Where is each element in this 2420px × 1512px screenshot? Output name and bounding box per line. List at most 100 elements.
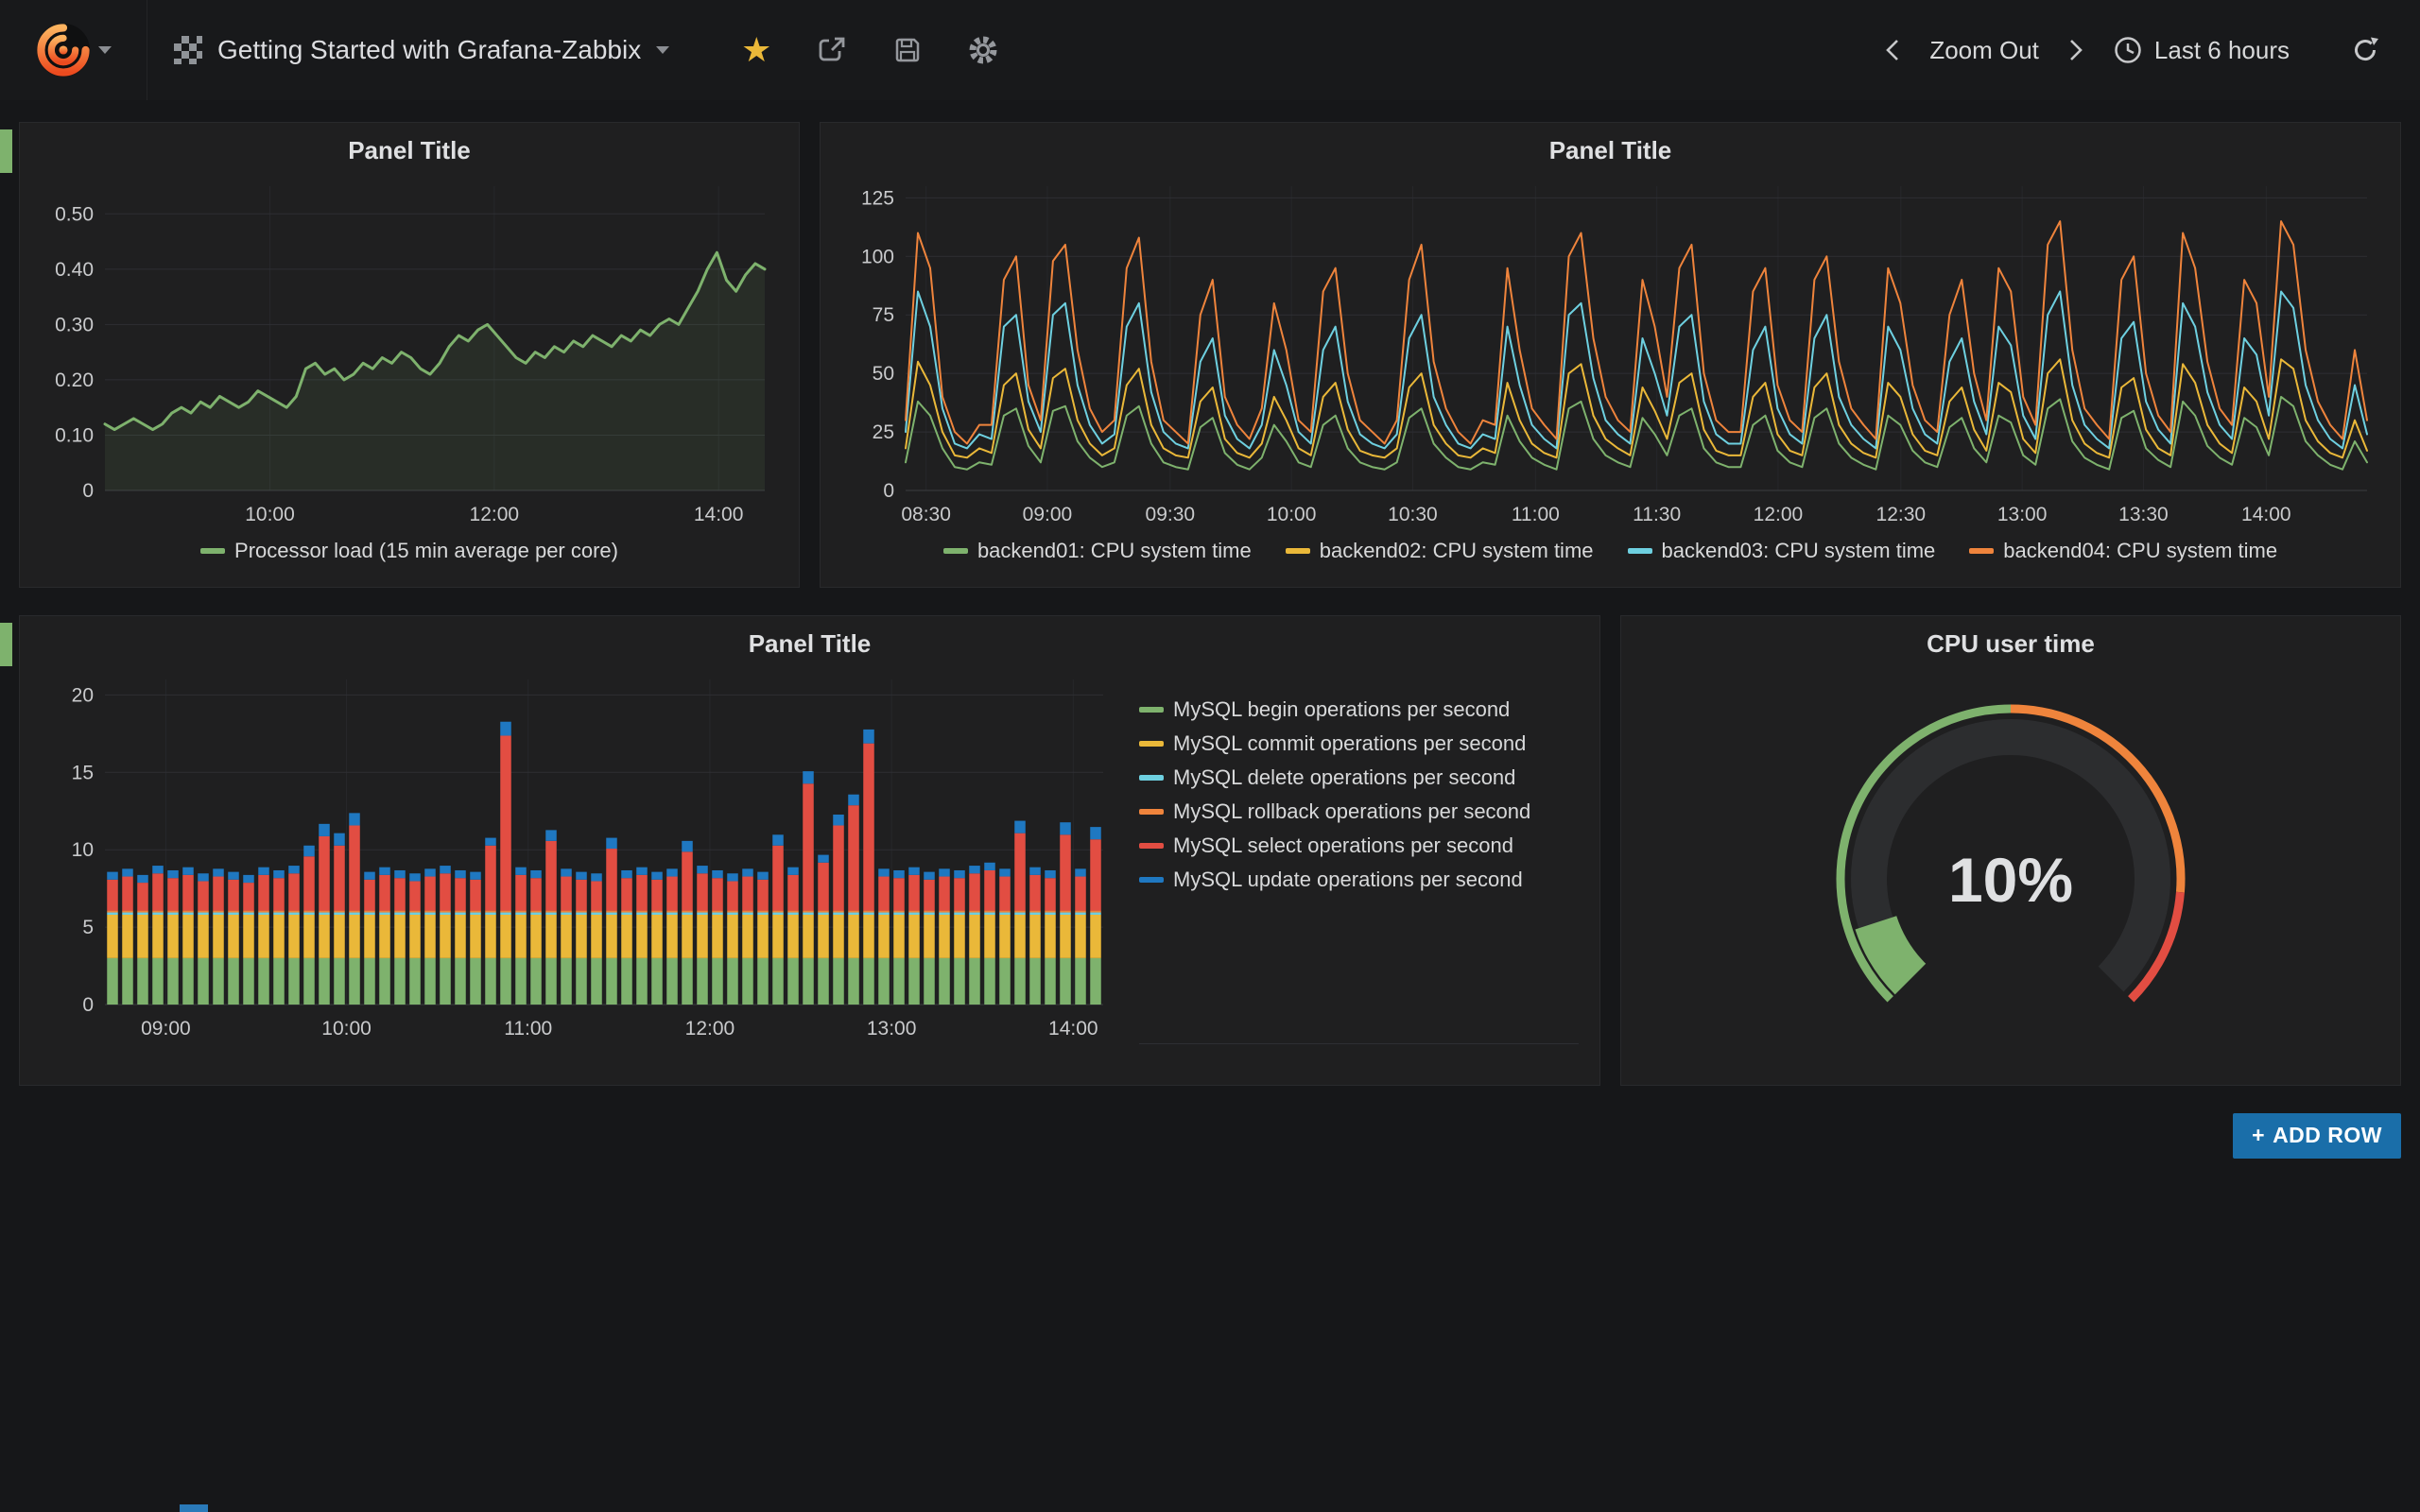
legend-item[interactable]: backend02: CPU system time — [1286, 539, 1594, 563]
save-button[interactable] — [881, 24, 934, 77]
dashboard-row-2: Panel Title 09:0010:0011:0012:0013:0014:… — [19, 615, 2401, 1086]
dashboard-row-1: Panel Title 10:0012:0014:0000.100.200.30… — [19, 122, 2401, 588]
legend-color-marker — [1628, 548, 1652, 554]
legend-item[interactable]: backend01: CPU system time — [943, 539, 1252, 563]
panel-title[interactable]: Panel Title — [33, 123, 786, 173]
svg-text:125: 125 — [861, 187, 894, 209]
refresh-button[interactable] — [2339, 24, 2392, 77]
svg-text:0.30: 0.30 — [55, 314, 94, 335]
dashboard-title-button[interactable]: Getting Started with Grafana-Zabbix — [147, 0, 696, 100]
legend-label: MySQL delete operations per second — [1173, 765, 1515, 790]
svg-text:10:30: 10:30 — [1388, 504, 1438, 525]
svg-text:0: 0 — [82, 480, 94, 502]
cpu-system-time-chart[interactable]: 08:3009:0009:3010:0010:3011:0011:3012:00… — [834, 173, 2384, 530]
zoom-out-button[interactable]: Zoom Out — [1929, 36, 2039, 65]
legend-item[interactable]: MySQL commit operations per second — [1139, 727, 1579, 761]
legend-item[interactable]: MySQL select operations per second — [1139, 829, 1579, 863]
plus-icon: + — [2252, 1123, 2265, 1148]
star-button[interactable]: ★ — [730, 24, 783, 77]
cpu-user-time-gauge[interactable]: 10% — [1727, 666, 2294, 1063]
chevron-down-icon — [656, 46, 669, 54]
grafana-logo-icon — [36, 23, 91, 77]
legend-color-marker — [200, 548, 225, 554]
chevron-right-icon — [2066, 36, 2085, 64]
legend-label: backend02: CPU system time — [1320, 539, 1594, 563]
navbar: Getting Started with Grafana-Zabbix ★ — [0, 0, 2420, 100]
svg-text:0: 0 — [82, 994, 94, 1016]
add-row-button[interactable]: + ADD ROW — [2233, 1113, 2401, 1159]
svg-text:75: 75 — [873, 304, 894, 326]
legend-label: MySQL rollback operations per second — [1173, 799, 1530, 824]
legend-label: Processor load (15 min average per core) — [234, 539, 618, 563]
clock-icon — [2113, 35, 2143, 65]
panel-cpu-system-time: Panel Title 08:3009:0009:3010:0010:3011:… — [820, 122, 2401, 588]
grafana-logo-button[interactable] — [0, 0, 147, 100]
svg-text:0: 0 — [883, 480, 894, 502]
mysql-operations-chart[interactable]: 09:0010:0011:0012:0013:0014:0005101520 — [33, 666, 1120, 1044]
svg-text:13:00: 13:00 — [867, 1018, 917, 1040]
legend-color-marker — [1139, 843, 1164, 849]
svg-text:50: 50 — [873, 363, 894, 385]
dashboard-body: Panel Title 10:0012:0014:0000.100.200.30… — [0, 100, 2420, 1159]
legend-color-marker — [1139, 877, 1164, 883]
svg-text:11:00: 11:00 — [1512, 504, 1560, 525]
legend-color-marker — [1969, 548, 1994, 554]
chart-legend: Processor load (15 min average per core) — [33, 539, 786, 563]
svg-text:25: 25 — [873, 421, 894, 443]
svg-text:10:00: 10:00 — [245, 504, 295, 525]
panel-mysql-operations: Panel Title 09:0010:0011:0012:0013:0014:… — [19, 615, 1600, 1086]
svg-text:0.20: 0.20 — [55, 369, 94, 391]
add-row-label: ADD ROW — [2273, 1123, 2382, 1148]
processor-load-chart[interactable]: 10:0012:0014:0000.100.200.300.400.50 — [33, 173, 782, 530]
star-icon: ★ — [741, 33, 771, 67]
legend-item[interactable]: MySQL rollback operations per second — [1139, 795, 1579, 829]
legend-item[interactable]: Processor load (15 min average per core) — [200, 539, 618, 563]
svg-text:20: 20 — [72, 684, 94, 706]
settings-gear-icon — [968, 35, 998, 65]
svg-text:14:00: 14:00 — [694, 504, 744, 525]
refresh-icon — [2350, 35, 2380, 65]
dashboard-grid-icon — [174, 36, 202, 64]
chart-legend: backend01: CPU system time backend02: CP… — [834, 539, 2387, 563]
time-range-label: Last 6 hours — [2154, 36, 2290, 65]
svg-text:13:00: 13:00 — [1997, 504, 2048, 525]
share-button[interactable] — [805, 24, 858, 77]
svg-text:10: 10 — [72, 839, 94, 861]
svg-text:09:30: 09:30 — [1146, 504, 1196, 525]
svg-text:12:30: 12:30 — [1876, 504, 1927, 525]
legend-label: MySQL commit operations per second — [1173, 731, 1526, 756]
svg-text:10:00: 10:00 — [321, 1018, 372, 1040]
svg-text:12:00: 12:00 — [1754, 504, 1804, 525]
settings-button[interactable] — [957, 24, 1010, 77]
legend-label: MySQL update operations per second — [1173, 868, 1523, 892]
legend-label: MySQL begin operations per second — [1173, 697, 1510, 722]
legend-item[interactable]: backend03: CPU system time — [1628, 539, 1936, 563]
horizontal-scrollbar-thumb[interactable] — [180, 1504, 208, 1512]
time-range-button[interactable]: Last 6 hours — [2113, 35, 2290, 65]
svg-text:15: 15 — [72, 762, 94, 783]
chevron-left-icon — [1883, 36, 1902, 64]
share-icon — [817, 35, 847, 65]
row-collapse-handle[interactable] — [0, 623, 12, 666]
panel-title[interactable]: CPU user time — [1634, 616, 2387, 666]
legend-color-marker — [1139, 809, 1164, 815]
row-collapse-handle[interactable] — [0, 129, 12, 173]
panel-title[interactable]: Panel Title — [33, 616, 1586, 666]
legend-label: backend04: CPU system time — [2003, 539, 2277, 563]
legend-label: backend03: CPU system time — [1662, 539, 1936, 563]
legend-item[interactable]: backend04: CPU system time — [1969, 539, 2277, 563]
legend-item[interactable]: MySQL delete operations per second — [1139, 761, 1579, 795]
panel-processor-load: Panel Title 10:0012:0014:0000.100.200.30… — [19, 122, 800, 588]
time-shift-forward-button[interactable] — [2060, 24, 2092, 77]
add-row-container: + ADD ROW — [19, 1113, 2401, 1159]
panel-title[interactable]: Panel Title — [834, 123, 2387, 173]
svg-text:100: 100 — [861, 246, 894, 267]
time-shift-back-button[interactable] — [1876, 24, 1909, 77]
svg-text:5: 5 — [82, 917, 94, 938]
svg-text:11:00: 11:00 — [504, 1018, 552, 1040]
legend-color-marker — [1286, 548, 1310, 554]
svg-text:12:00: 12:00 — [470, 504, 520, 525]
svg-text:08:30: 08:30 — [901, 504, 951, 525]
legend-item[interactable]: MySQL update operations per second — [1139, 863, 1579, 897]
legend-item[interactable]: MySQL begin operations per second — [1139, 693, 1579, 727]
